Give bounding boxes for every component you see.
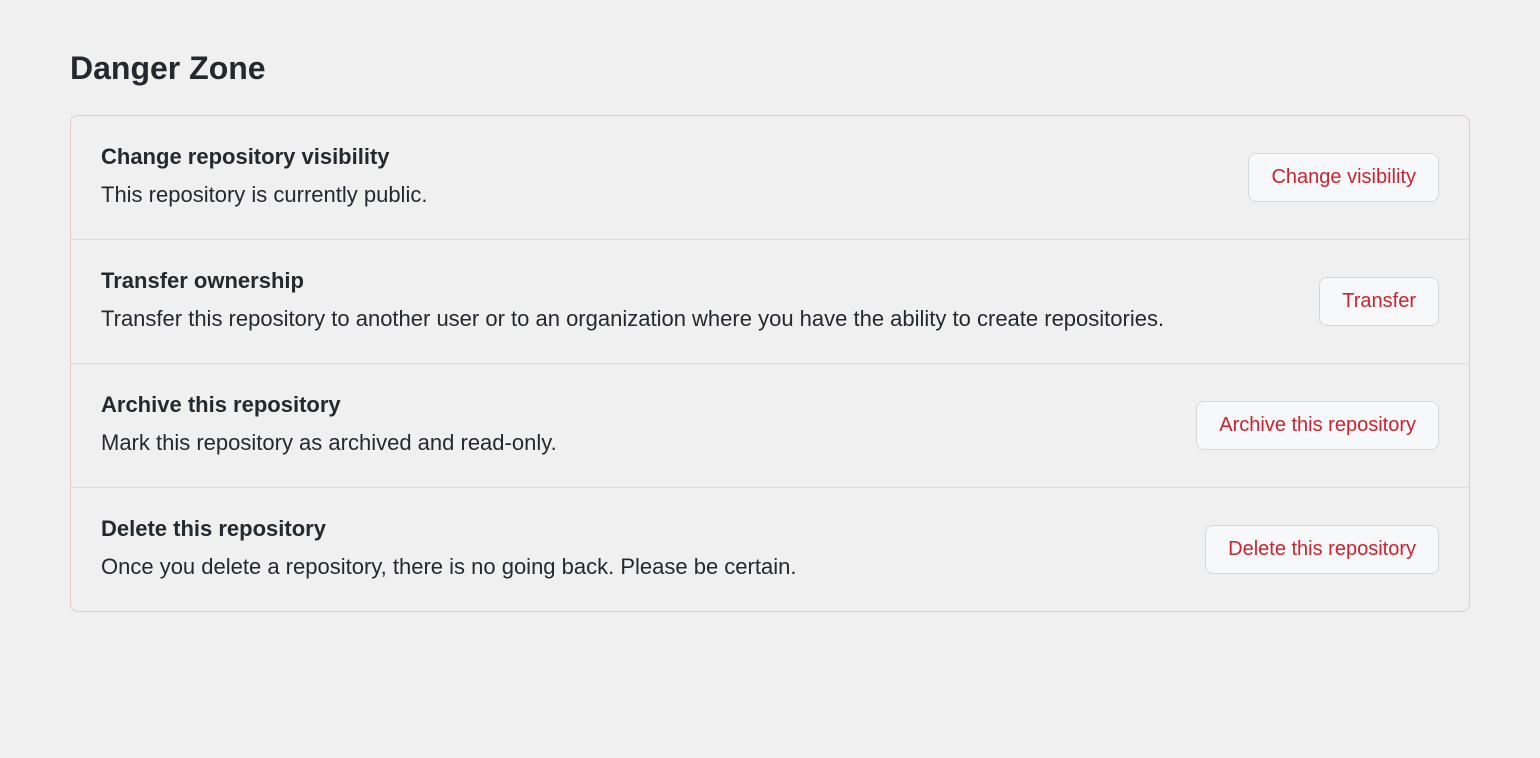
- transfer-ownership-title: Transfer ownership: [101, 268, 1295, 294]
- transfer-ownership-text: Transfer ownership Transfer this reposit…: [101, 268, 1295, 335]
- transfer-ownership-row: Transfer ownership Transfer this reposit…: [71, 240, 1469, 364]
- delete-repository-title: Delete this repository: [101, 516, 1181, 542]
- delete-repository-row: Delete this repository Once you delete a…: [71, 488, 1469, 611]
- change-visibility-description: This repository is currently public.: [101, 178, 1224, 211]
- change-visibility-button[interactable]: Change visibility: [1248, 153, 1439, 202]
- delete-repository-text: Delete this repository Once you delete a…: [101, 516, 1181, 583]
- delete-repository-button[interactable]: Delete this repository: [1205, 525, 1439, 574]
- danger-zone-container: Change repository visibility This reposi…: [70, 115, 1470, 612]
- change-visibility-row: Change repository visibility This reposi…: [71, 116, 1469, 240]
- archive-repository-description: Mark this repository as archived and rea…: [101, 426, 1172, 459]
- transfer-ownership-description: Transfer this repository to another user…: [101, 302, 1295, 335]
- transfer-button[interactable]: Transfer: [1319, 277, 1439, 326]
- archive-repository-button[interactable]: Archive this repository: [1196, 401, 1439, 450]
- danger-zone-heading: Danger Zone: [70, 50, 1470, 87]
- change-visibility-title: Change repository visibility: [101, 144, 1224, 170]
- delete-repository-description: Once you delete a repository, there is n…: [101, 550, 1181, 583]
- archive-repository-title: Archive this repository: [101, 392, 1172, 418]
- archive-repository-row: Archive this repository Mark this reposi…: [71, 364, 1469, 488]
- archive-repository-text: Archive this repository Mark this reposi…: [101, 392, 1172, 459]
- change-visibility-text: Change repository visibility This reposi…: [101, 144, 1224, 211]
